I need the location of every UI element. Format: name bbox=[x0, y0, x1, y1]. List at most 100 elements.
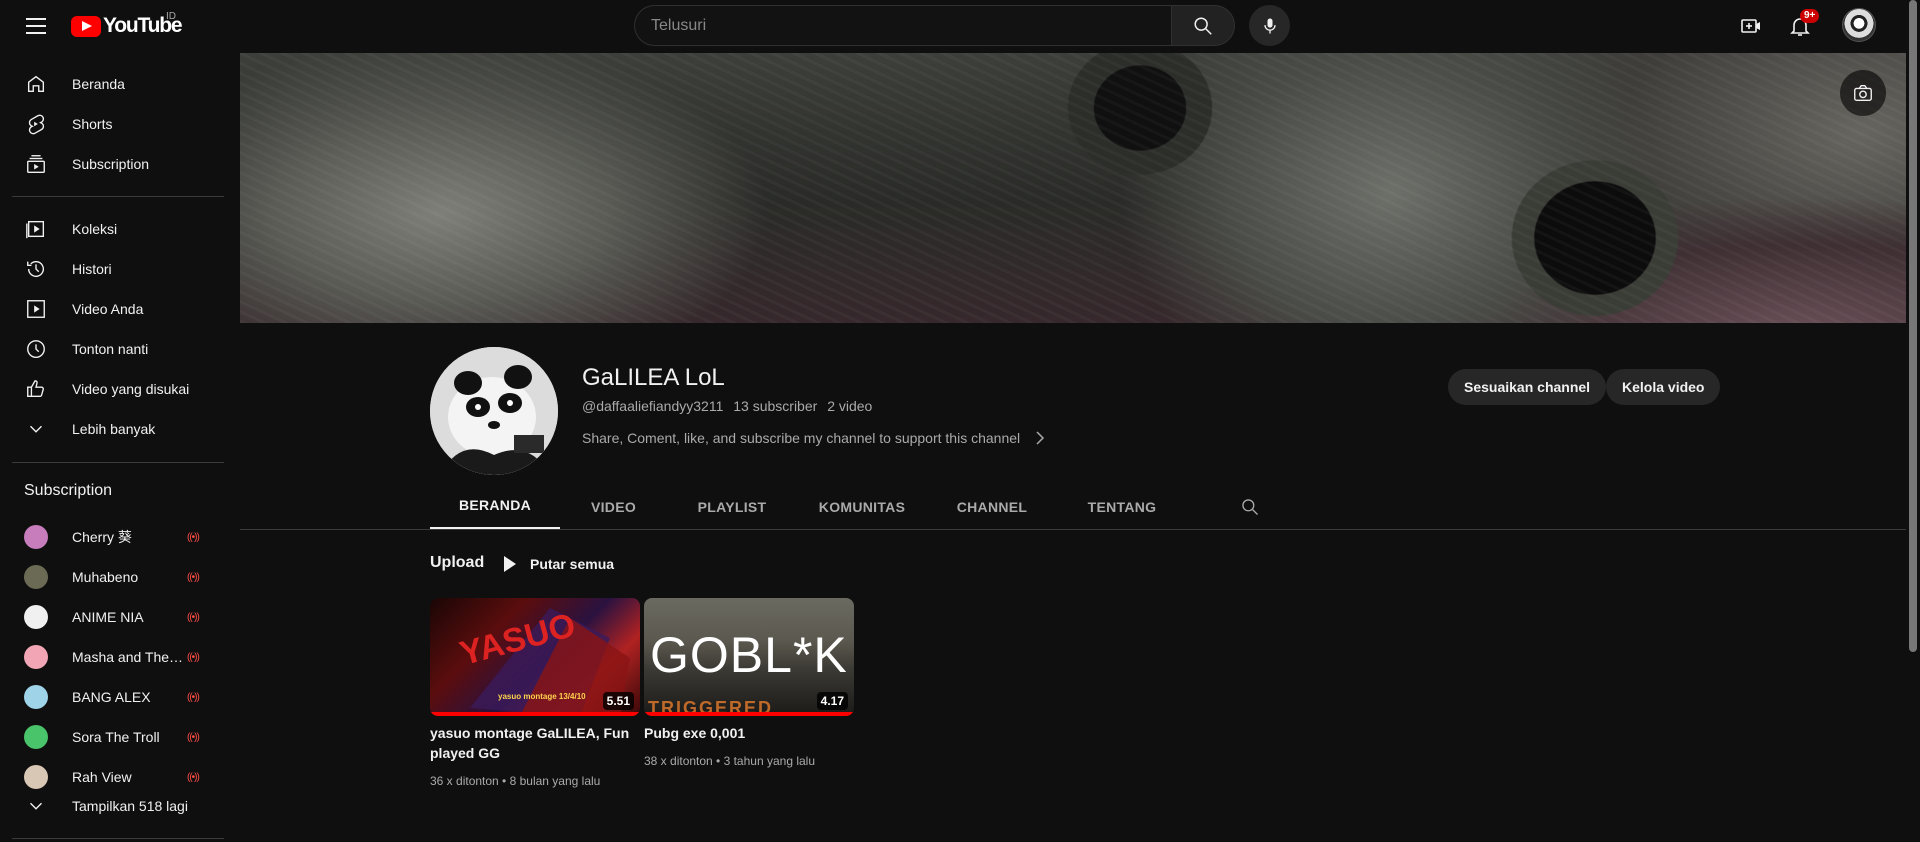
history-icon bbox=[24, 257, 48, 281]
panda-avatar-icon bbox=[430, 347, 558, 475]
sidebar-item-label: Koleksi bbox=[72, 221, 118, 237]
section-title: Upload bbox=[430, 554, 485, 571]
channel-meta: @daffaaliefiandyy3211 13 subscriber 2 vi… bbox=[582, 398, 872, 414]
channel-name: GaLILEA LoL bbox=[582, 364, 725, 391]
play-all-button[interactable]: Putar semua bbox=[500, 552, 614, 576]
tabs-divider bbox=[240, 529, 1906, 530]
live-indicator-icon: ((•)) bbox=[187, 611, 200, 623]
tab-tentang[interactable]: TENTANG bbox=[1057, 483, 1187, 530]
sidebar-item-label: Tampilkan 518 lagi bbox=[72, 798, 188, 814]
avatar[interactable] bbox=[1842, 8, 1876, 42]
sidebar-divider bbox=[12, 196, 224, 197]
sidebar-item-label: Histori bbox=[72, 261, 112, 277]
channel-avatar[interactable] bbox=[430, 347, 558, 475]
subscription-item[interactable]: Sora The Troll ((•)) bbox=[12, 717, 224, 757]
tab-komunitas[interactable]: KOMUNITAS bbox=[797, 483, 927, 530]
sidebar-item-histori[interactable]: Histori bbox=[12, 249, 224, 289]
sidebar-item-label: Video Anda bbox=[72, 301, 144, 317]
create-button[interactable] bbox=[1737, 12, 1765, 40]
shorts-icon bbox=[24, 112, 48, 136]
subscription-item[interactable]: ANIME NIA ((•)) bbox=[12, 597, 224, 637]
sidebar-divider bbox=[12, 462, 224, 463]
sidebar-item-show-more[interactable]: Tampilkan 518 lagi bbox=[12, 786, 224, 826]
customize-channel-button[interactable]: Sesuaikan channel bbox=[1448, 369, 1607, 405]
subscription-avatar bbox=[24, 645, 48, 669]
sidebar-item-video-anda[interactable]: Video Anda bbox=[12, 289, 224, 329]
subscription-avatar bbox=[24, 685, 48, 709]
live-indicator-icon: ((•)) bbox=[187, 771, 200, 783]
live-indicator-icon: ((•)) bbox=[187, 731, 200, 743]
country-code: ID bbox=[166, 11, 176, 22]
sidebar-item-subscription[interactable]: Subscription bbox=[12, 144, 224, 184]
youtube-play-icon bbox=[71, 15, 101, 37]
subscription-avatar bbox=[24, 605, 48, 629]
thumbnail-caption: GOBL*K bbox=[650, 627, 848, 683]
video-thumbnail[interactable]: YASUO yasuo montage 13/4/10 5.51 bbox=[430, 598, 640, 716]
sidebar-item-lebih-banyak[interactable]: Lebih banyak bbox=[12, 409, 224, 449]
banner-texture bbox=[240, 53, 1906, 323]
video-title[interactable]: Pubg exe 0,001 bbox=[644, 723, 844, 743]
sidebar-item-shorts[interactable]: Shorts bbox=[12, 104, 224, 144]
tab-search[interactable] bbox=[1230, 483, 1270, 530]
subscription-name: Rah View bbox=[72, 769, 132, 785]
menu-icon[interactable] bbox=[24, 16, 48, 36]
search-input[interactable] bbox=[634, 5, 1171, 46]
subscriptions-heading: Subscription bbox=[24, 482, 113, 499]
view-count: 38 x ditonton bbox=[644, 754, 713, 768]
your-videos-icon bbox=[24, 297, 48, 321]
video-count: 2 video bbox=[827, 398, 873, 414]
search-button[interactable] bbox=[1171, 5, 1235, 46]
top-bar: YouTube ID 9+ bbox=[0, 0, 1906, 52]
subscription-item[interactable]: Cherry 葵 ((•)) bbox=[12, 517, 224, 557]
subscription-name: Muhabeno bbox=[72, 569, 139, 585]
scrollbar[interactable] bbox=[1906, 0, 1920, 842]
subscription-name: ANIME NIA bbox=[72, 609, 144, 625]
mic-icon bbox=[1263, 18, 1276, 33]
sidebar-item-label: Tonton nanti bbox=[72, 341, 149, 357]
create-video-icon bbox=[1741, 19, 1760, 33]
channel-description[interactable]: Share, Coment, like, and subscribe my ch… bbox=[582, 430, 1046, 448]
subscription-name: Masha and The Bear bbox=[72, 649, 184, 665]
thumbnail-caption: yasuo montage 13/4/10 bbox=[498, 692, 586, 701]
subscription-item[interactable]: BANG ALEX ((•)) bbox=[12, 677, 224, 717]
sidebar-divider bbox=[12, 838, 224, 839]
sidebar-item-beranda[interactable]: Beranda bbox=[12, 64, 224, 104]
subscription-item[interactable]: Muhabeno ((•)) bbox=[12, 557, 224, 597]
duration-badge: 5.51 bbox=[602, 692, 634, 710]
video-title[interactable]: yasuo montage GaLILEA, Fun played GG bbox=[430, 723, 630, 763]
subscription-name: BANG ALEX bbox=[72, 689, 151, 705]
channel-banner bbox=[240, 53, 1906, 323]
search-icon bbox=[1194, 16, 1212, 35]
subscription-avatar bbox=[24, 725, 48, 749]
watch-progress-bar bbox=[430, 712, 640, 716]
search-icon bbox=[1242, 498, 1258, 515]
sidebar: Beranda Shorts Subscription Koleksi Hist… bbox=[0, 52, 235, 842]
manage-videos-button[interactable]: Kelola video bbox=[1606, 369, 1721, 405]
youtube-logo[interactable]: YouTube ID bbox=[71, 11, 183, 38]
upload-age: 8 bulan yang lalu bbox=[509, 774, 601, 788]
tab-beranda[interactable]: BERANDA bbox=[430, 483, 560, 530]
tab-video[interactable]: VIDEO bbox=[560, 483, 667, 530]
notifications-button[interactable]: 9+ bbox=[1786, 9, 1820, 40]
subscription-avatar bbox=[24, 565, 48, 589]
sidebar-item-video-disukai[interactable]: Video yang disukai bbox=[12, 369, 224, 409]
video-meta: 38 x ditonton • 3 tahun yang lalu bbox=[644, 754, 815, 768]
subscription-name: Sora The Troll bbox=[72, 729, 160, 745]
tab-playlist[interactable]: PLAYLIST bbox=[667, 483, 797, 530]
sidebar-item-tonton-nanti[interactable]: Tonton nanti bbox=[12, 329, 224, 369]
subscription-item[interactable]: Masha and The Bear((•)) bbox=[12, 637, 224, 677]
video-thumbnail[interactable]: GOBL*K TRIGGERED 4.17 bbox=[644, 598, 854, 716]
scrollbar-thumb[interactable] bbox=[1909, 0, 1917, 652]
tab-channel[interactable]: CHANNEL bbox=[927, 483, 1057, 530]
sidebar-item-koleksi[interactable]: Koleksi bbox=[12, 209, 224, 249]
voice-search-button[interactable] bbox=[1249, 5, 1290, 46]
sidebar-item-label: Lebih banyak bbox=[72, 421, 156, 437]
library-icon bbox=[24, 217, 48, 241]
like-icon bbox=[24, 377, 48, 401]
sidebar-item-label: Shorts bbox=[72, 116, 113, 132]
play-icon bbox=[504, 556, 516, 572]
upload-age: 3 tahun yang lalu bbox=[723, 754, 815, 768]
subscription-name: Cherry 葵 bbox=[72, 529, 132, 545]
edit-banner-button[interactable] bbox=[1840, 70, 1886, 116]
video-meta: 36 x ditonton • 8 bulan yang lalu bbox=[430, 774, 601, 788]
